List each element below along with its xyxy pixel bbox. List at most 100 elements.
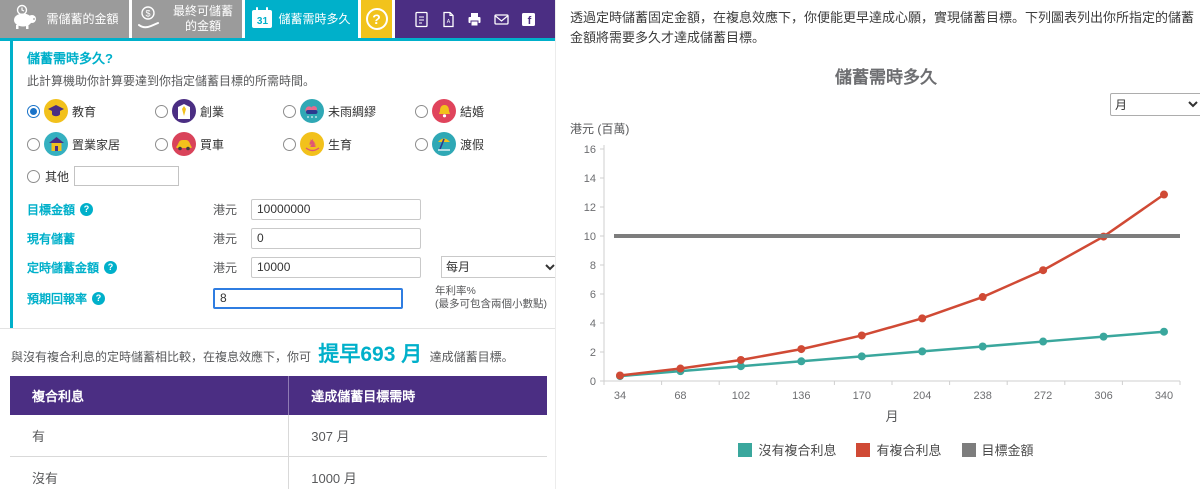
car-icon xyxy=(172,132,196,156)
goal-wedding[interactable]: 結婚 xyxy=(415,99,549,123)
goal-rainy-day[interactable]: 未雨綢繆 xyxy=(283,99,415,123)
current-savings-input[interactable] xyxy=(251,227,421,249)
currency-label: 港元 xyxy=(213,231,238,246)
radio-education[interactable] xyxy=(27,104,40,118)
share-toolbar: A f xyxy=(395,0,555,38)
svg-text:6: 6 xyxy=(590,289,596,301)
chart-unit-select[interactable]: 月 xyxy=(1110,93,1200,116)
current-savings-row: 現有儲蓄 港元 xyxy=(27,227,549,249)
envelope-icon[interactable] xyxy=(493,11,510,28)
goal-vacation[interactable]: 渡假 xyxy=(415,132,549,156)
radio-startup[interactable] xyxy=(155,104,168,118)
tab-bar: 需儲蓄的金額 $ 最終可儲蓄的金額 31 儲蓄需時多久 ? A f xyxy=(0,0,555,41)
tab-how-long[interactable]: 31 儲蓄需時多久 xyxy=(245,0,358,38)
goal-home[interactable]: 置業家居 xyxy=(27,132,155,156)
goal-car[interactable]: 買車 xyxy=(155,132,283,156)
wedding-bell-icon xyxy=(432,99,456,123)
current-savings-label: 現有儲蓄 xyxy=(27,231,76,246)
table-header-compound: 複合利息 xyxy=(10,376,290,416)
svg-text:340: 340 xyxy=(1155,390,1173,402)
goal-baby[interactable]: ♞ 生育 xyxy=(283,132,415,156)
rain-cloud-icon xyxy=(300,99,324,123)
table-header-time: 達成儲蓄目標需時 xyxy=(289,376,547,416)
svg-text:4: 4 xyxy=(590,318,596,330)
comparison-table: 複合利息 達成儲蓄目標需時 有 307 月 沒有 1000 月 提早693 月 xyxy=(10,376,547,489)
svg-text:月: 月 xyxy=(885,409,898,424)
svg-text:$: $ xyxy=(145,9,150,19)
radio-vacation[interactable] xyxy=(415,137,428,151)
tab-final-savings[interactable]: $ 最終可儲蓄的金額 xyxy=(132,0,242,38)
savings-calculator-app: 需儲蓄的金額 $ 最終可儲蓄的金額 31 儲蓄需時多久 ? A f 儲蓄需時多久… xyxy=(0,0,1200,489)
radio-other[interactable] xyxy=(27,169,40,183)
target-amount-label: 目標金額 ? xyxy=(27,201,213,218)
goal-startup[interactable]: 創業 xyxy=(155,99,283,123)
table-cell: 沒有 xyxy=(10,457,290,489)
svg-text:8: 8 xyxy=(590,260,596,272)
svg-text:238: 238 xyxy=(973,390,991,402)
radio-car[interactable] xyxy=(155,137,168,151)
help-icon[interactable]: ? xyxy=(92,291,106,305)
graduation-cap-icon xyxy=(44,99,68,123)
goal-education[interactable]: 教育 xyxy=(27,99,155,123)
form-subtitle: 此計算機助你計算要達到你指定儲蓄目標的所需時間。 xyxy=(27,74,316,88)
target-amount-input[interactable] xyxy=(251,198,421,220)
chart-panel: 透過定時儲蓄固定金額，在複息效應下，你便能更早達成心願，實現儲蓄目標。下列圖表列… xyxy=(555,0,1200,489)
svg-text:2: 2 xyxy=(590,347,596,359)
currency-label: 港元 xyxy=(213,202,238,217)
radio-home[interactable] xyxy=(27,137,40,151)
radio-baby[interactable] xyxy=(283,137,296,151)
tab-amount-needed[interactable]: 需儲蓄的金額 xyxy=(0,0,129,38)
savings-line-chart: 024681012141634 68 102 136 170 204 238 272 306 34… xyxy=(584,144,1181,424)
svg-text:136: 136 xyxy=(792,390,810,402)
table-cell: 1000 月 xyxy=(289,457,547,489)
svg-text:14: 14 xyxy=(584,173,596,185)
regular-savings-input[interactable] xyxy=(251,256,421,278)
beach-umbrella-icon xyxy=(432,132,456,156)
pdf-icon[interactable]: A xyxy=(440,11,457,28)
legend-swatch xyxy=(961,442,976,457)
help-icon[interactable]: ? xyxy=(80,202,94,216)
facebook-icon[interactable]: f xyxy=(520,11,537,28)
target-amount-row: 目標金額 ? 港元 xyxy=(27,198,549,220)
other-label: 其他 xyxy=(45,169,70,184)
calculator-form: 儲蓄需時多久? 此計算機助你計算要達到你指定儲蓄目標的所需時間。 教育 創業 未… xyxy=(10,41,559,329)
radio-wedding[interactable] xyxy=(415,104,428,118)
radio-rainy-day[interactable] xyxy=(283,104,296,118)
svg-text:10: 10 xyxy=(584,231,596,243)
y-axis-unit-label: 港元 (百萬) xyxy=(570,122,630,136)
legend-swatch xyxy=(738,442,753,457)
section-divider xyxy=(0,328,555,330)
other-goal-input[interactable] xyxy=(74,166,180,186)
tab-label: 儲蓄需時多久 xyxy=(278,11,351,26)
goal-other: 其他 xyxy=(27,166,549,186)
svg-text:♞: ♞ xyxy=(307,138,317,150)
house-icon xyxy=(44,132,68,156)
tab-label: 最終可儲蓄的金額 xyxy=(172,4,233,33)
svg-text:16: 16 xyxy=(584,144,596,156)
svg-text:12: 12 xyxy=(584,202,596,214)
table-cell: 307 月 xyxy=(289,415,547,458)
svg-text:0: 0 xyxy=(590,376,596,388)
chart-legend: 沒有複合利息 有複合利息 目標金額 xyxy=(570,440,1200,459)
result-sentence: 與沒有複合利息的定時儲蓄相比較，在複息效應下，你可 提早693 月 達成儲蓄目標… xyxy=(11,343,514,367)
table-cell: 有 xyxy=(10,415,290,458)
svg-text:68: 68 xyxy=(674,390,686,402)
svg-text:f: f xyxy=(528,15,532,27)
tab-label: 需儲蓄的金額 xyxy=(46,11,119,26)
help-button[interactable]: ? xyxy=(361,0,392,38)
expected-return-input[interactable] xyxy=(213,287,403,309)
svg-text:34: 34 xyxy=(614,390,626,402)
rate-note: 年利率% (最多可包含兩個小數點) xyxy=(435,285,547,311)
result-highlight: 提早693 月 xyxy=(318,343,423,367)
expected-return-row: 預期回報率 ? 年利率% (最多可包含兩個小數點) xyxy=(27,285,549,311)
svg-text:204: 204 xyxy=(913,390,931,402)
printer-icon[interactable] xyxy=(466,11,483,28)
frequency-select[interactable]: 每月 xyxy=(441,256,559,278)
chart-title: 儲蓄需時多久 xyxy=(835,68,937,87)
svg-text:102: 102 xyxy=(732,390,750,402)
help-icon[interactable]: ? xyxy=(104,260,118,274)
calculator-panel: 需儲蓄的金額 $ 最終可儲蓄的金額 31 儲蓄需時多久 ? A f 儲蓄需時多久… xyxy=(0,0,559,489)
document-export-icon[interactable] xyxy=(413,11,430,28)
chart-intro-text: 透過定時儲蓄固定金額，在複息效應下，你便能更早達成心願，實現儲蓄目標。下列圖表列… xyxy=(570,10,1195,45)
svg-text:306: 306 xyxy=(1094,390,1112,402)
